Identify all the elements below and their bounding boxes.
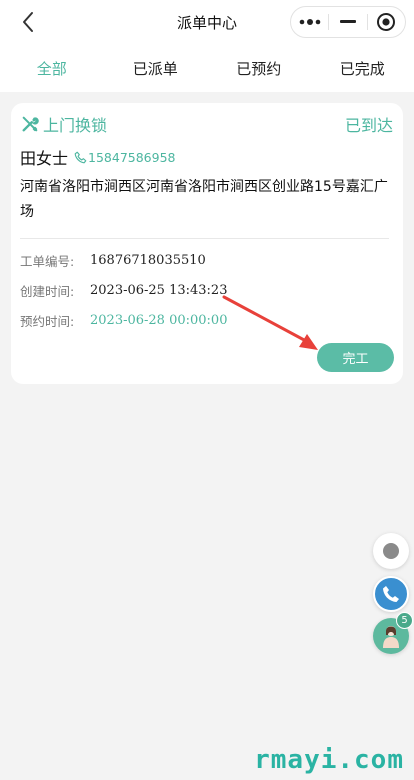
- notification-badge: 5: [396, 612, 413, 629]
- customer-row: 田女士 15847586958: [20, 145, 176, 169]
- status-badge: 已到达: [344, 116, 393, 135]
- order-number-label: 工单编号:: [20, 254, 75, 269]
- tab-completed[interactable]: 已完成: [311, 44, 414, 92]
- customer-phone-link[interactable]: 15847586958: [88, 150, 175, 165]
- status-tabs: 全部 已派单 已预约 已完成: [0, 44, 414, 92]
- watermark: rmayi.com: [254, 745, 404, 775]
- appointment-time-value: 2023-06-28 00:00:00: [90, 313, 228, 328]
- record-button[interactable]: [373, 533, 409, 569]
- more-dots-icon: [299, 19, 320, 25]
- phone-call-icon: [383, 586, 399, 602]
- tab-all[interactable]: 全部: [0, 44, 104, 92]
- target-circle-icon: [377, 13, 396, 31]
- service-header: 上门换锁 已到达: [21, 113, 393, 135]
- phone-icon: [74, 151, 87, 163]
- complete-button[interactable]: 完工: [317, 343, 394, 372]
- created-time-row: 创建时间: 2023-06-25 13:43:23: [20, 281, 227, 300]
- tab-booked[interactable]: 已预约: [207, 44, 311, 92]
- call-button[interactable]: [373, 576, 409, 612]
- created-time-label: 创建时间:: [20, 284, 75, 299]
- customer-name: 田女士: [20, 149, 69, 168]
- appointment-time-row: 预约时间: 2023-06-28 00:00:00: [20, 311, 227, 330]
- close-button[interactable]: [368, 7, 405, 37]
- customer-service-avatar[interactable]: 5: [373, 612, 413, 654]
- order-card[interactable]: 上门换锁 已到达 田女士 15847586958 河南省洛阳市涧西区河南省洛阳市…: [11, 103, 403, 384]
- order-number-value: 16876718035510: [90, 253, 206, 268]
- created-time-value: 2023-06-25 13:43:23: [90, 283, 228, 298]
- order-number-row: 工单编号: 16876718035510: [20, 251, 206, 270]
- more-button[interactable]: [291, 7, 328, 37]
- tools-icon: [22, 116, 39, 132]
- divider: [20, 238, 389, 239]
- navbar: 派单中心: [0, 0, 414, 44]
- tab-dispatched[interactable]: 已派单: [104, 44, 208, 92]
- service-name: 上门换锁: [43, 116, 108, 135]
- service-address: 河南省洛阳市涧西区河南省洛阳市涧西区创业路15号嘉汇广场: [20, 179, 388, 220]
- record-dot-icon: [383, 543, 399, 559]
- minimize-button[interactable]: [329, 7, 366, 37]
- minimize-icon: [339, 20, 356, 23]
- appointment-time-label: 预约时间:: [20, 314, 75, 329]
- mini-program-capsule: [290, 6, 406, 38]
